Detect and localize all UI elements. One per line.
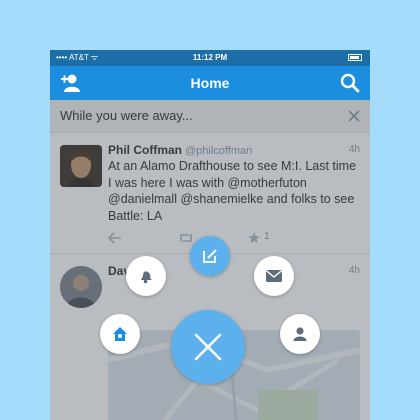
profile-icon	[293, 327, 307, 341]
messages-icon	[266, 270, 282, 282]
status-time: 11:12 PM	[192, 53, 228, 62]
nav-bar: Home	[50, 66, 370, 100]
close-icon	[194, 333, 222, 361]
notifications-icon	[141, 271, 152, 284]
page-title: Home	[190, 75, 230, 91]
search-icon[interactable]	[340, 73, 360, 93]
status-bar: •••• AT&T ᯤ 11:12 PM	[50, 50, 370, 66]
home-icon	[113, 327, 127, 341]
compose-button[interactable]	[190, 236, 230, 276]
profile-button[interactable]	[280, 314, 320, 354]
battery-icon	[348, 54, 362, 61]
compose-icon	[203, 249, 217, 263]
notifications-button[interactable]	[126, 256, 166, 296]
messages-button[interactable]	[254, 256, 294, 296]
home-button[interactable]	[100, 314, 140, 354]
close-menu-button[interactable]	[171, 310, 245, 384]
